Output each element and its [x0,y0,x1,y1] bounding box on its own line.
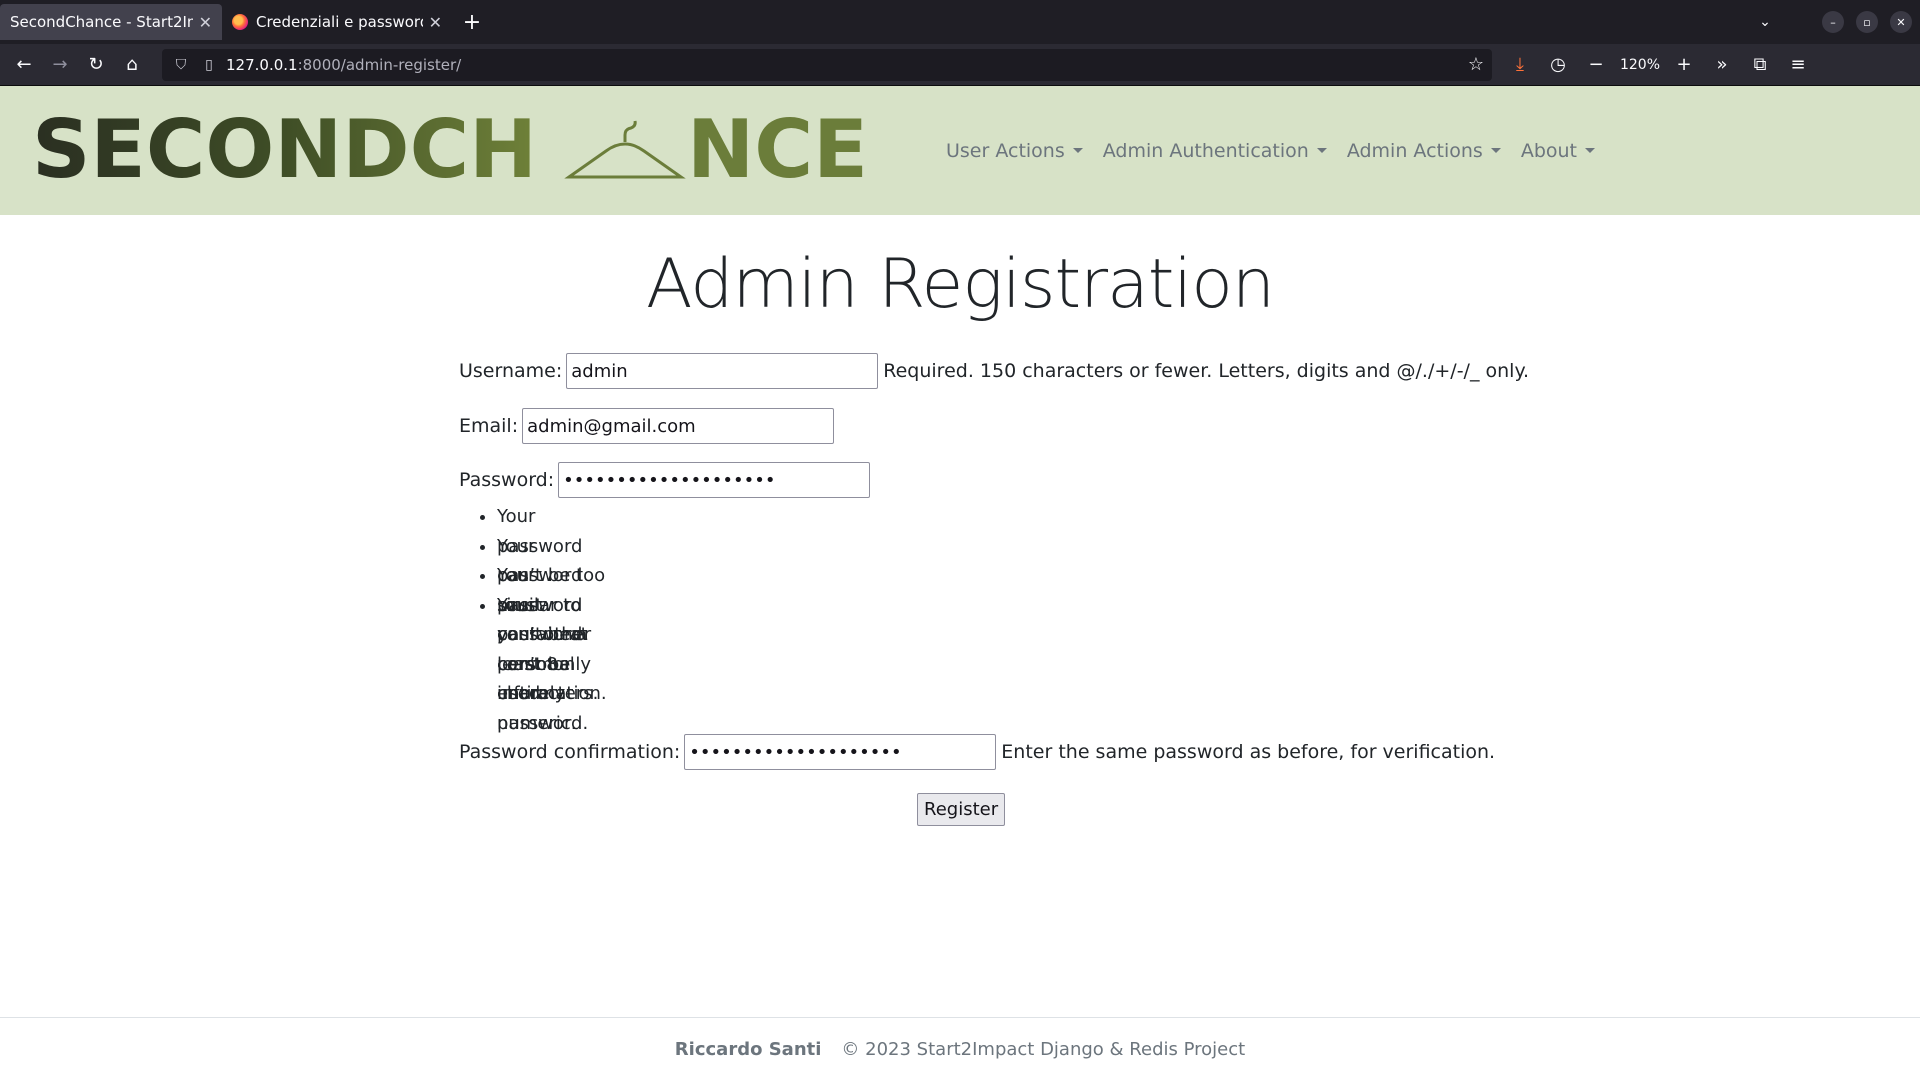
nav-toolbar: ← → ↻ ⌂ ⛉ ▯ 127.0.0.1:8000/admin-registe… [0,44,1920,86]
footer-author: Riccardo Santi [674,1038,822,1060]
back-icon[interactable]: ← [6,49,42,81]
register-button[interactable]: Register [917,793,1006,826]
page-icon[interactable]: ▯ [198,57,220,73]
url-bar[interactable]: ⛉ ▯ 127.0.0.1:8000/admin-register/ ☆ [162,48,1492,81]
email-row: Email: [459,407,835,445]
nav-user-actions[interactable]: User Actions [946,140,1083,162]
extensions-icon[interactable]: ⧉ [1742,49,1778,81]
window-controls: ⌄ – ▫ ✕ [1748,0,1920,44]
password-confirm-input[interactable] [684,734,997,770]
overflow-icon[interactable]: » [1704,49,1740,81]
zoom-in-icon[interactable]: + [1666,49,1702,81]
password-row: Password: [459,461,871,499]
minimize-icon[interactable]: – [1822,11,1844,33]
nav-label: User Actions [946,139,1065,162]
password-confirm-label: Password confirmation: [459,741,681,763]
restore-icon[interactable]: ▫ [1856,11,1878,33]
history-icon[interactable]: ◷ [1540,49,1576,81]
password-help-item: Your password can’t be too similar to yo… [497,502,607,704]
tab-secondchance[interactable]: SecondChance - Start2Impac ✕ [0,4,222,40]
svg-text:NCE: NCE [687,111,868,191]
shield-icon[interactable]: ⛉ [170,57,192,73]
password-help-list: Your password can’t be too similar to yo… [459,502,607,734]
email-input[interactable] [522,408,835,444]
menu-icon[interactable]: ≡ [1780,49,1816,81]
tab-title: Credenziali e password [256,13,423,31]
hanger-icon [564,120,686,178]
close-window-icon[interactable]: ✕ [1890,11,1912,33]
star-icon[interactable]: ☆ [1468,54,1484,75]
password-input[interactable] [558,462,871,498]
toolbar-right: ⤓ ◷ − 120% + » ⧉ ≡ [1502,49,1816,81]
home-icon[interactable]: ⌂ [114,49,150,81]
forward-icon[interactable]: → [42,49,78,81]
username-help: Required. 150 characters or fewer. Lette… [883,360,1530,382]
footer: Riccardo Santi © 2023 Start2Impact Djang… [0,1017,1920,1080]
password-confirm-help: Enter the same password as before, for v… [1001,741,1496,763]
nav-label: Admin Actions [1346,139,1483,162]
url-host: 127.0.0.1 [226,55,298,74]
url-path: :8000/admin-register/ [297,55,462,74]
tab-list-chevron-icon[interactable]: ⌄ [1748,5,1782,39]
tab-close-icon[interactable]: ✕ [199,13,212,32]
caret-down-icon [1490,148,1501,153]
nav-label: Admin Authentication [1102,139,1309,162]
email-label: Email: [459,415,519,437]
caret-down-icon [1585,148,1596,153]
nav-about[interactable]: About [1520,139,1596,162]
site-navbar: SECONDCH NCE User Actions Admin Authenti… [0,86,1920,215]
tab-credenziali[interactable]: Credenziali e password ✕ [222,4,452,40]
nav-label: About [1520,139,1578,162]
username-row: Username: Required. 150 characters or fe… [459,352,1529,390]
nav-admin-actions[interactable]: Admin Actions [1347,140,1501,162]
zoom-out-icon[interactable]: − [1578,49,1614,81]
tab-close-icon[interactable]: ✕ [429,13,442,32]
username-input[interactable] [566,353,879,389]
zoom-level[interactable]: 120% [1616,57,1664,73]
new-tab-button[interactable]: + [452,0,492,44]
caret-down-icon [1072,148,1083,153]
username-label: Username: [459,360,563,382]
page: SECONDCH NCE User Actions Admin Authenti… [0,86,1920,1080]
password-confirm-row: Password confirmation: Enter the same pa… [459,733,1495,771]
reload-icon[interactable]: ↻ [78,49,114,81]
svg-text:SECONDCH: SECONDCH [32,111,537,191]
brand-logo-svg: SECONDCH NCE [32,111,868,191]
footer-copyright: © 2023 Start2Impact Django & Redis Proje… [841,1038,1246,1060]
password-label: Password: [459,469,555,491]
brand-logo[interactable]: SECONDCH NCE [32,111,868,191]
caret-down-icon [1316,148,1327,153]
tab-title: SecondChance - Start2Impac [10,13,193,31]
nav-links: User Actions Admin Authentication Admin … [946,140,1615,162]
firefox-icon [232,14,248,30]
nav-admin-authentication[interactable]: Admin Authentication [1103,140,1327,162]
page-title: Admin Registration [645,245,1275,324]
tab-bar: SecondChance - Start2Impac ✕ Credenziali… [0,0,1920,44]
download-icon[interactable]: ⤓ [1502,49,1538,81]
